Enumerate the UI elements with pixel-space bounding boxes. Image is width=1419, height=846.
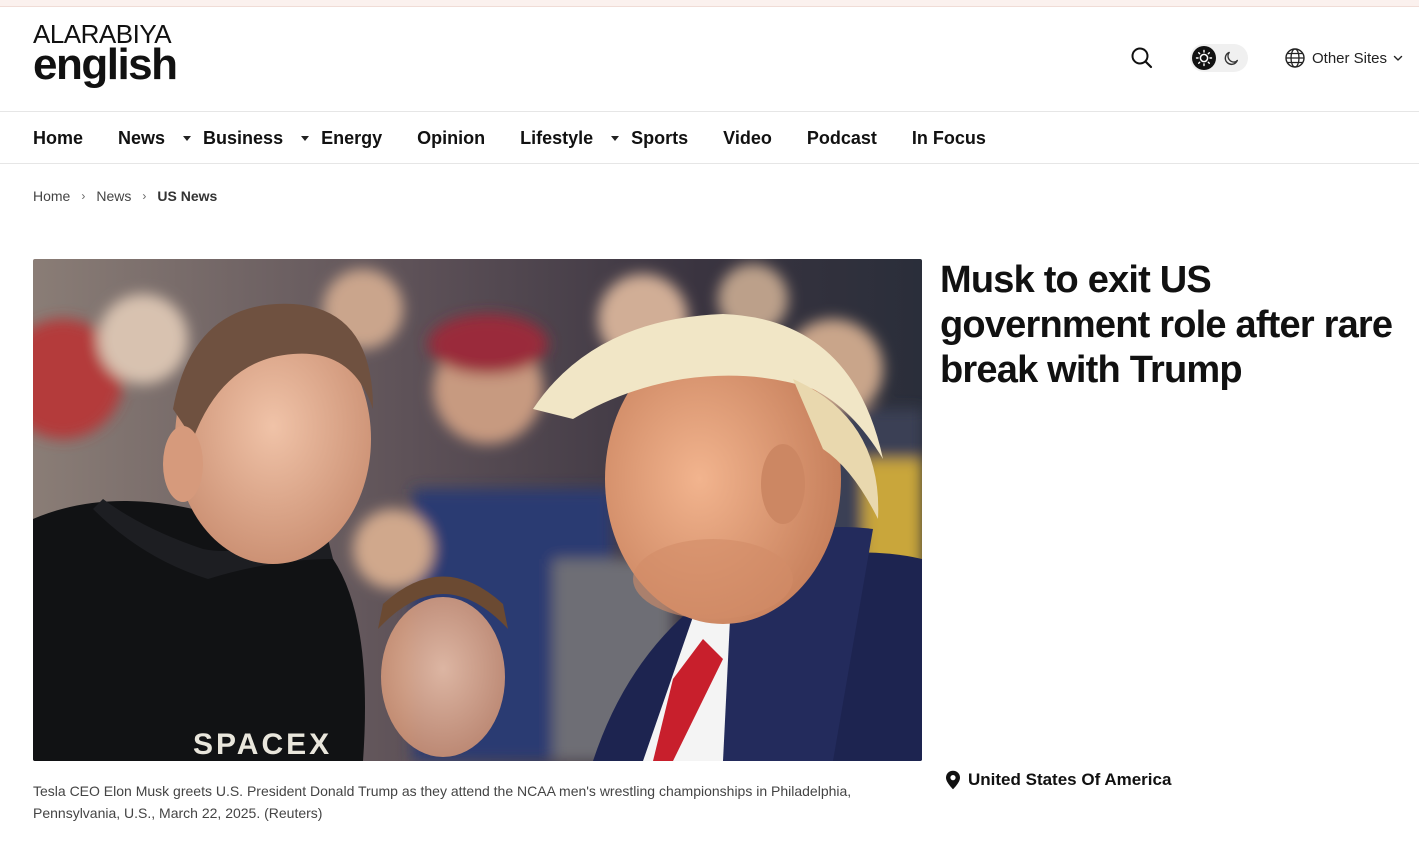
hero-photo: SPACEX: [33, 259, 922, 761]
image-caption: Tesla CEO Elon Musk greets U.S. Presiden…: [33, 783, 852, 821]
chevron-right-icon: ›: [142, 189, 147, 203]
nav-item-label: Energy: [321, 127, 383, 148]
breadcrumb: Home › News › US News: [33, 188, 217, 204]
nav-item-label: Opinion: [417, 127, 486, 148]
location-pin-icon: [946, 770, 960, 790]
nav-item-label: News: [118, 127, 166, 148]
breadcrumb-current: US News: [157, 188, 218, 204]
location-label: United States Of America: [968, 770, 1172, 789]
nav-item-video[interactable]: Video: [723, 128, 772, 149]
main-navigation: Home News Business Energy Opinion Lifestyle Sp…: [0, 112, 1419, 164]
sun-icon[interactable]: [1192, 46, 1216, 70]
globe-icon: [1285, 48, 1305, 68]
nav-item-label: Business: [203, 127, 284, 148]
site-header: ALARABIYA english Other Sites: [0, 7, 1419, 112]
nav-item-lifestyle[interactable]: Lifestyle: [520, 127, 620, 149]
nav-item-business[interactable]: Business: [203, 127, 310, 149]
nav-item-label: In Focus: [911, 127, 986, 148]
nav-item-news[interactable]: News: [118, 127, 192, 149]
nav-item-energy[interactable]: Energy: [321, 128, 382, 149]
theme-toggle[interactable]: [1190, 44, 1248, 72]
breadcrumb-news[interactable]: News: [96, 188, 131, 204]
article-hero-image[interactable]: SPACEX: [33, 259, 922, 761]
nav-item-label: Lifestyle: [520, 127, 594, 148]
nav-list: Home News Business Energy Opinion Lifestyle Sp…: [0, 112, 1419, 164]
location-tag[interactable]: United States Of America: [945, 770, 1171, 790]
chevron-right-icon: ›: [81, 189, 86, 203]
nav-item-opinion[interactable]: Opinion: [417, 128, 485, 149]
other-sites-dropdown[interactable]: Other Sites: [1284, 46, 1403, 70]
nav-item-in-focus[interactable]: In Focus: [912, 128, 986, 149]
caret-down-icon[interactable]: [611, 135, 620, 141]
site-logo[interactable]: ALARABIYA english: [33, 21, 178, 89]
nav-item-sports[interactable]: Sports: [631, 128, 688, 149]
nav-item-label: Video: [723, 127, 772, 148]
chevron-down-icon: [1393, 55, 1403, 61]
nav-item-label: Podcast: [806, 127, 877, 148]
search-button[interactable]: [1129, 45, 1155, 71]
article-headline: Musk to exit US government role after ra…: [940, 259, 1393, 391]
shirt-logo-text: SPACEX: [193, 728, 332, 761]
nav-item-home[interactable]: Home: [33, 128, 83, 149]
moon-icon[interactable]: [1223, 49, 1241, 72]
nav-item-label: Home: [33, 127, 84, 148]
other-sites-label: Other Sites: [1312, 49, 1388, 67]
logo-brand-bottom: english: [33, 40, 178, 89]
search-icon: [1131, 47, 1153, 69]
top-accent-strip: [0, 0, 1419, 7]
caret-down-icon[interactable]: [301, 135, 310, 141]
breadcrumb-home[interactable]: Home: [33, 188, 70, 204]
caret-down-icon[interactable]: [183, 135, 192, 141]
nav-item-podcast[interactable]: Podcast: [807, 128, 877, 149]
nav-item-label: Sports: [631, 127, 689, 148]
